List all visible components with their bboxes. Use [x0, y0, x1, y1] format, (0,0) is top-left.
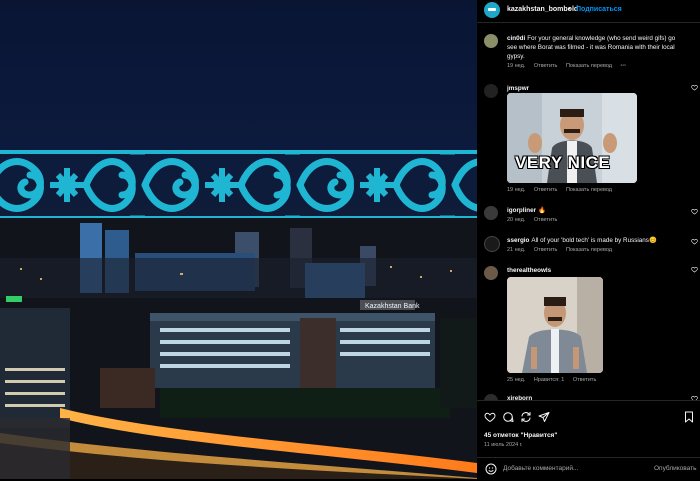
comment-meta: 21 нед. Ответить Показать перевод: [507, 247, 619, 253]
comment-username[interactable]: igorpliner: [507, 207, 536, 214]
comment-body: For your general knowledge (who send wei…: [507, 35, 676, 60]
comment-meta: 25 нед. Нравится: 1 Ответить: [507, 377, 603, 383]
heart-icon[interactable]: [484, 411, 496, 423]
comment-meta: 19 нед. Ответить Показать перевод: [507, 187, 619, 193]
comment-text: jmspwr: [507, 84, 682, 93]
comment-text: igorpliner 🔥: [507, 206, 682, 215]
gif-very-nice[interactable]: VERY NICE: [507, 93, 637, 183]
city-night-view: Kazakhstan Bank: [0, 218, 477, 479]
comment-likes[interactable]: Нравится: 1: [534, 377, 564, 383]
reply-link[interactable]: Ответить: [534, 247, 558, 253]
reply-link[interactable]: Ответить: [534, 187, 558, 193]
like-comment-heart-icon[interactable]: [691, 266, 698, 273]
comment-body: All of your 'bold tech' is made by Russi…: [531, 237, 657, 244]
comment-time: 20 нед.: [507, 217, 526, 223]
header-separator: •: [568, 6, 571, 13]
comment-time: 25 нед.: [507, 377, 526, 383]
translate-link[interactable]: Показать перевод: [566, 63, 612, 69]
commenter-avatar[interactable]: [484, 236, 500, 252]
send-icon[interactable]: [538, 411, 550, 423]
commenter-avatar[interactable]: [484, 206, 498, 220]
like-comment-heart-icon[interactable]: [691, 208, 698, 215]
comment-text: ssergio All of your 'bold tech' is made b…: [507, 236, 682, 245]
gif-borat[interactable]: [507, 277, 603, 373]
comment-body: 🔥: [538, 207, 546, 214]
author-avatar[interactable]: [484, 2, 500, 18]
comment-meta: 19 нед. Ответить Показать перевод ···: [507, 63, 633, 69]
reply-link[interactable]: Ответить: [573, 377, 597, 383]
comment-meta: 20 нед. Ответить: [507, 217, 564, 223]
smile-icon[interactable]: [485, 463, 497, 475]
comment-icon[interactable]: [502, 411, 514, 423]
add-comment-row: Добавьте комментарий... Опубликовать: [477, 457, 700, 481]
like-comment-heart-icon[interactable]: [691, 238, 698, 245]
comment-username[interactable]: jmspwr: [507, 85, 529, 92]
likes-count[interactable]: 45 отметок "Нравится": [484, 432, 557, 439]
gif-image: [507, 277, 603, 373]
commenter-avatar[interactable]: [484, 84, 498, 98]
post-image: Kazakhstan Bank: [0, 0, 477, 479]
translate-link[interactable]: Показать перевод: [566, 187, 612, 193]
translate-link[interactable]: Показать перевод: [566, 247, 612, 253]
commenter-avatar[interactable]: [484, 266, 498, 280]
reply-link[interactable]: Ответить: [534, 63, 558, 69]
publish-button[interactable]: Опубликовать: [654, 465, 697, 472]
post-header: kazakhstan_bombold • Подписаться: [477, 0, 700, 23]
follow-button[interactable]: Подписаться: [576, 6, 622, 13]
comment-time: 19 нед.: [507, 187, 526, 193]
gif-caption: VERY NICE: [515, 153, 611, 172]
commenter-avatar[interactable]: [484, 34, 498, 48]
post-actions: 45 отметок "Нравится" 11 июль 2024 г. До…: [477, 400, 700, 480]
building-sign: Kazakhstan Bank: [365, 303, 420, 310]
add-comment-input[interactable]: Добавьте комментарий...: [503, 465, 578, 472]
ornament-band: [0, 150, 477, 220]
reply-link[interactable]: Ответить: [534, 217, 558, 223]
comment-username[interactable]: therealtheowls: [507, 267, 551, 274]
more-options-icon[interactable]: ···: [621, 63, 627, 69]
like-comment-heart-icon[interactable]: [691, 84, 698, 91]
bookmark-icon[interactable]: [683, 411, 695, 423]
comments-list[interactable]: cin0di For your general knowledge (who se…: [477, 24, 700, 400]
comment-time: 21 нед.: [507, 247, 526, 253]
comment-text: therealtheowls: [507, 266, 682, 275]
share-icon[interactable]: [520, 411, 532, 423]
post-side-panel: kazakhstan_bombold • Подписаться cin0di F…: [477, 0, 700, 479]
post-date: 11 июль 2024 г.: [484, 442, 523, 448]
comment-text: cin0di For your general knowledge (who se…: [507, 34, 682, 61]
comment-username[interactable]: cin0di: [507, 35, 525, 42]
comment-username[interactable]: ssergio: [507, 237, 529, 244]
comment-time: 19 нед.: [507, 63, 526, 69]
